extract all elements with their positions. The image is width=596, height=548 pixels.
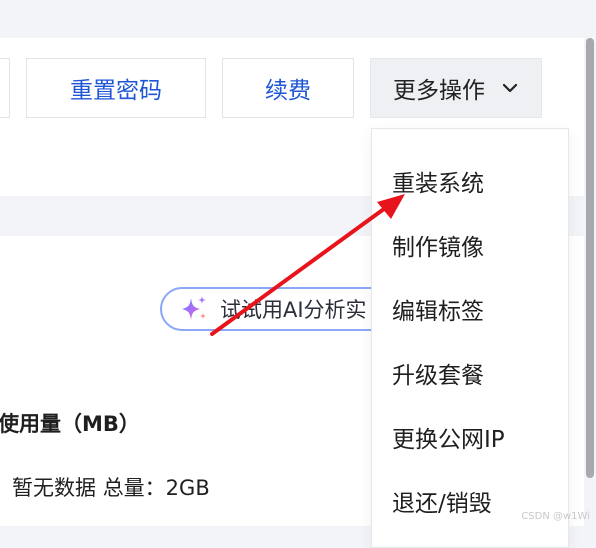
more-actions-label: 更多操作 <box>393 78 485 104</box>
chevron-down-icon <box>502 83 518 93</box>
more-actions-menu: 重装系统 制作镜像 编辑标签 升级套餐 更换公网IP 退还/销毁 <box>371 128 569 548</box>
usage-summary: 暂无数据 总量：2GB <box>12 472 210 502</box>
menu-item-create-image[interactable]: 制作镜像 <box>392 228 484 262</box>
scrollbar-thumb[interactable] <box>586 38 594 478</box>
scrollbar[interactable] <box>584 38 596 526</box>
menu-item-change-public-ip[interactable]: 更换公网IP <box>392 420 505 454</box>
total-text: 总量：2GB <box>102 476 210 500</box>
sparkle-icon <box>182 296 206 320</box>
watermark: CSDN @w1Wi <box>521 511 590 522</box>
ai-analyze-label: 试试用AI分析实 <box>220 298 367 322</box>
more-actions-button[interactable]: 更多操作 <box>370 58 542 118</box>
reset-password-button[interactable]: 重置密码 <box>26 58 206 118</box>
no-data-text: 暂无数据 <box>12 476 96 500</box>
menu-item-reinstall-system[interactable]: 重装系统 <box>392 164 484 198</box>
renew-button[interactable]: 续费 <box>222 58 354 118</box>
menu-item-edit-tags[interactable]: 编辑标签 <box>392 292 484 326</box>
usage-title: 使用量（MB） <box>0 412 140 436</box>
partial-left-button[interactable] <box>0 58 10 118</box>
menu-item-upgrade-plan[interactable]: 升级套餐 <box>392 356 484 390</box>
menu-item-return-destroy[interactable]: 退还/销毁 <box>392 484 492 518</box>
